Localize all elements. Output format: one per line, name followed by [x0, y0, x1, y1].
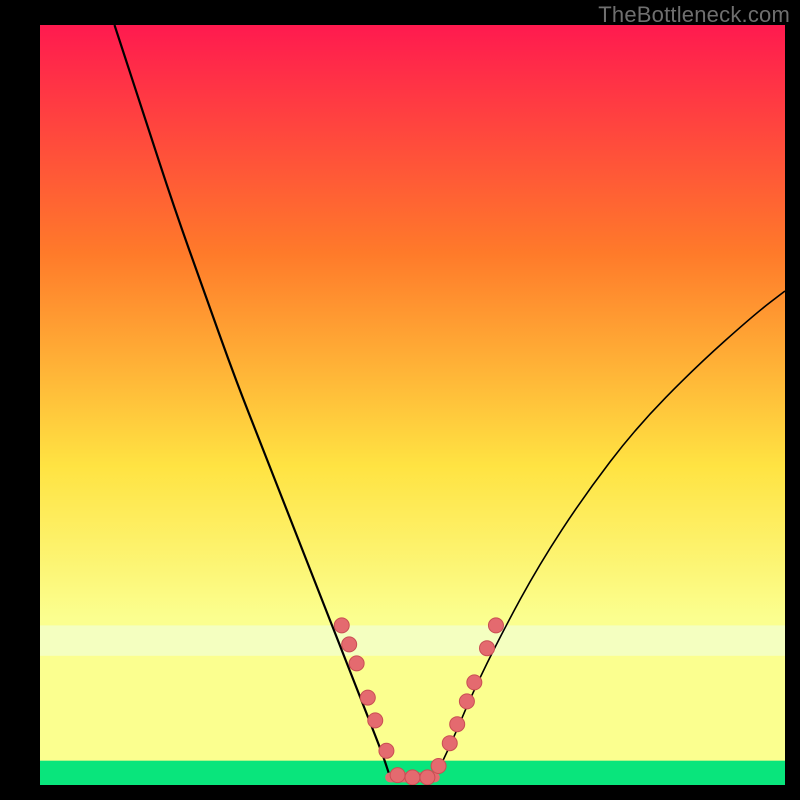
marker-dot — [379, 743, 394, 758]
chart-svg — [40, 25, 785, 785]
chart-frame: TheBottleneck.com — [0, 0, 800, 800]
pale-band — [40, 625, 785, 655]
marker-dot — [349, 656, 364, 671]
marker-dot — [342, 637, 357, 652]
marker-dot — [334, 618, 349, 633]
marker-dot — [390, 768, 405, 783]
marker-dot — [480, 641, 495, 656]
marker-dot — [360, 690, 375, 705]
marker-dot — [420, 770, 435, 785]
marker-dot — [405, 770, 420, 785]
marker-dot — [459, 694, 474, 709]
marker-dot — [467, 675, 482, 690]
marker-dot — [450, 717, 465, 732]
marker-dot — [368, 713, 383, 728]
marker-dot — [431, 759, 446, 774]
marker-dot — [488, 618, 503, 633]
marker-dot — [442, 736, 457, 751]
plot-area — [40, 25, 785, 785]
